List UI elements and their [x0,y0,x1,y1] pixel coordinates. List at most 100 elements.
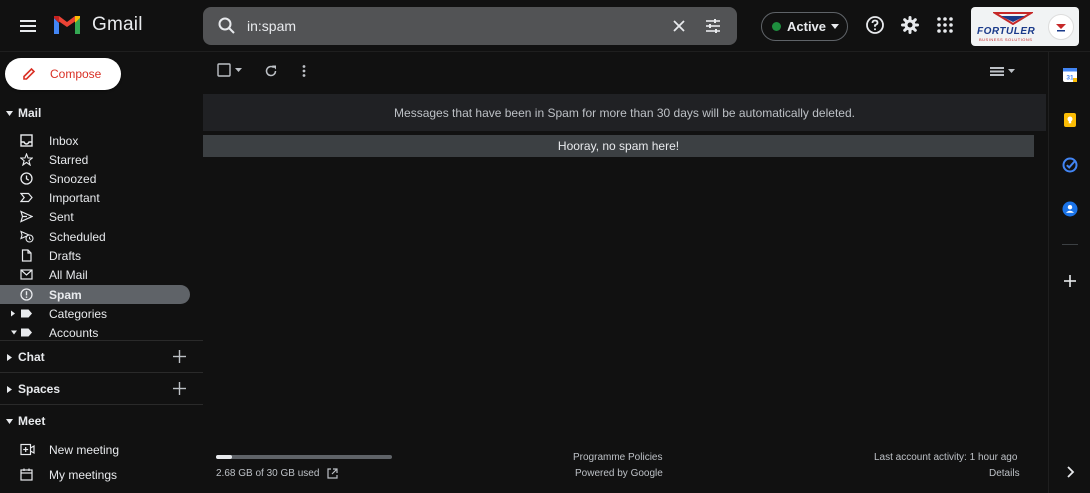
side-panel-rail: 31 [1048,52,1090,493]
search-bar[interactable] [203,7,737,45]
gmail-logo-icon[interactable] [52,14,82,36]
sidebar-item-label: Scheduled [49,229,106,244]
storage-bar [216,455,392,459]
more-actions-button[interactable] [297,64,311,78]
show-side-panel-button[interactable] [1062,464,1078,480]
density-toggle[interactable] [989,64,1015,78]
sidebar-item-drafts[interactable]: Drafts [0,246,190,265]
help-icon [866,16,884,34]
status-label: Active [787,19,827,34]
sidebar-item-label: Drafts [49,248,82,263]
plus-icon [173,350,186,363]
open-external-icon [327,468,339,479]
status-selector[interactable]: Active [761,12,848,41]
compose-button[interactable]: Compose [5,58,121,90]
main-menu-button[interactable] [14,12,42,40]
settings-button[interactable] [900,15,920,35]
expand-caret-icon [0,110,18,116]
new-space-button[interactable] [172,381,187,396]
sidebar-item-label: Snoozed [49,171,97,186]
sidebar-item-starred[interactable]: Starred [0,150,190,169]
chat-section-toggle[interactable]: Chat [0,347,45,367]
split-pane-icon [990,67,1004,76]
search-options-button[interactable] [703,16,723,36]
sidebar-item-label: All Mail [49,267,88,282]
divider [0,372,203,373]
sidebar-item-label: Inbox [49,133,79,148]
refresh-icon [265,65,277,77]
brand-name: FORTULER [977,26,1036,37]
keep-app-button[interactable] [1062,112,1078,128]
send-icon [0,210,49,223]
avatar[interactable] [1048,14,1074,40]
storage-usage[interactable]: 2.68 GB of 30 GB used [216,468,339,479]
meet-item-label: My meetings [49,467,118,482]
expand-caret-icon [0,418,18,424]
sidebar-item-sent[interactable]: Sent [0,207,190,226]
details-link[interactable]: Details [989,468,1020,479]
divider [1062,244,1078,245]
expand-caret-icon [0,385,18,393]
video-icon [0,443,49,456]
account-switcher[interactable]: FORTULER BUSINESS SOLUTIONS [971,7,1079,46]
sidebar-item-all-mail[interactable]: All Mail [0,265,190,284]
tasks-app-button[interactable] [1062,157,1078,173]
sidebar-item-snoozed[interactable]: Snoozed [0,169,190,188]
google-keep-icon [1064,113,1076,127]
mail-heading: Mail [18,106,42,120]
powered-by-label: Powered by Google [575,468,663,479]
google-tasks-icon [1062,157,1078,173]
important-icon [0,191,49,204]
sidebar-item-label: Sent [49,209,74,224]
app-name[interactable]: Gmail [92,14,143,36]
gear-icon [901,16,919,34]
programme-policies-link[interactable]: Programme Policies [573,452,662,463]
divider [0,340,203,341]
sidebar-item-label: Spam [49,287,82,302]
search-icon[interactable] [217,16,237,36]
sidebar-item-scheduled[interactable]: Scheduled [0,227,190,246]
google-apps-button[interactable] [936,16,954,34]
label-icon [0,326,49,339]
contacts-app-button[interactable] [1062,201,1078,217]
clear-search-button[interactable] [669,16,689,36]
scheduled-icon [0,230,49,243]
search-input[interactable] [247,7,647,45]
chevron-right-icon [1067,466,1075,478]
calendar-app-button[interactable]: 31 [1062,67,1078,83]
star-icon [0,153,49,166]
sidebar-item-label: Accounts [49,325,99,340]
google-calendar-icon: 31 [1063,68,1077,82]
help-button[interactable] [865,15,885,35]
sidebar-item-categories[interactable]: Categories [0,304,190,323]
label-icon [0,307,49,320]
expand-caret-icon [0,353,18,361]
caret-down-icon [1008,69,1015,73]
google-contacts-icon [1062,201,1078,217]
get-addons-button[interactable] [1062,273,1078,289]
storage-bar-fill [216,455,232,459]
sidebar-item-spam[interactable]: Spam [0,285,190,304]
refresh-button[interactable] [264,64,278,78]
meet-item-label: New meeting [49,442,120,457]
select-all-checkbox[interactable] [217,63,242,77]
tune-icon [706,19,720,33]
my-meetings-button[interactable]: My meetings [0,465,190,484]
storage-label: 2.68 GB of 30 GB used [216,468,320,479]
mail-section-toggle[interactable]: Mail [0,103,41,123]
new-chat-button[interactable] [172,349,187,364]
sidebar-item-label: Starred [49,152,89,167]
checkbox-icon [217,63,231,77]
compose-label: Compose [50,67,102,81]
sidebar-item-inbox[interactable]: Inbox [0,131,190,150]
more-vert-icon [302,65,306,77]
new-meeting-button[interactable]: New meeting [0,440,190,459]
plus-icon [173,382,186,395]
calendar-icon [0,468,49,481]
sidebar-item-label: Categories [49,306,108,321]
spaces-section-toggle[interactable]: Spaces [0,379,60,399]
inbox-icon [0,134,49,147]
spam-notice: Messages that have been in Spam for more… [203,94,1046,131]
meet-section-toggle[interactable]: Meet [0,411,45,431]
sidebar-item-important[interactable]: Important [0,188,190,207]
